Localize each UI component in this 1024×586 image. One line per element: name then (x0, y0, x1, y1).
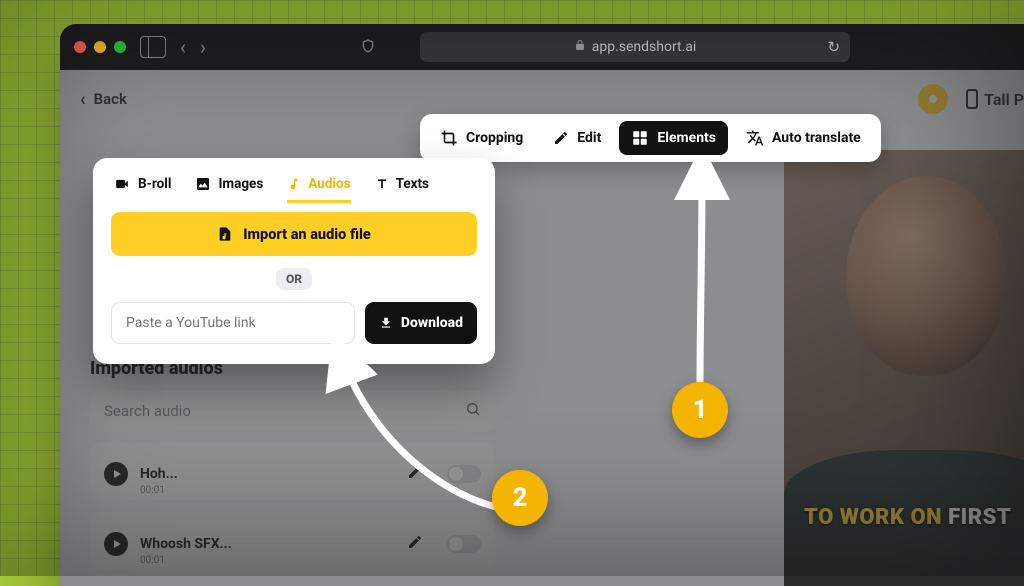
media-tabs: B-roll Images Audios (111, 172, 477, 212)
lock-icon (574, 39, 586, 55)
nav-forward-icon[interactable]: › (200, 37, 206, 57)
editor-toolbar: Cropping Edit Elements Auto translate (420, 114, 881, 162)
or-text: OR (276, 268, 312, 290)
youtube-row: Download (111, 302, 477, 344)
import-audio-button[interactable]: Import an audio file (111, 212, 477, 256)
file-audio-icon (217, 225, 233, 243)
minimize-window-icon[interactable] (94, 41, 106, 53)
maximize-window-icon[interactable] (114, 41, 126, 53)
browser-window: ‹ › app.sendshort.ai ↻ ‹ Back (60, 24, 1024, 586)
tab-texts-label: Texts (396, 176, 429, 192)
edit-button[interactable]: Edit (541, 122, 613, 154)
image-icon (195, 176, 211, 192)
youtube-link-input[interactable] (111, 302, 355, 344)
text-icon (375, 177, 389, 191)
elements-audio-panel: B-roll Images Audios (93, 158, 495, 364)
tab-broll-label: B-roll (138, 176, 171, 192)
cropping-label: Cropping (466, 130, 523, 146)
address-bar[interactable]: app.sendshort.ai ↻ (420, 32, 850, 62)
annotation-step-1: 1 (672, 382, 728, 438)
translate-label: Auto translate (772, 130, 861, 146)
reload-icon[interactable]: ↻ (827, 38, 840, 56)
tab-audios[interactable]: Audios (287, 176, 350, 203)
download-label: Download (401, 315, 463, 331)
tab-audios-label: Audios (308, 176, 350, 192)
video-camera-icon (113, 177, 131, 191)
music-note-icon (287, 176, 301, 192)
download-icon (379, 316, 393, 330)
window-controls[interactable] (74, 41, 126, 53)
annotation-step-2: 2 (492, 470, 548, 526)
auto-translate-button[interactable]: Auto translate (734, 121, 873, 155)
nav-back-icon[interactable]: ‹ (180, 37, 186, 57)
tab-images-label: Images (218, 176, 263, 192)
browser-titlebar: ‹ › app.sendshort.ai ↻ (60, 24, 1024, 70)
edit-label: Edit (577, 130, 601, 146)
step-1-number: 1 (693, 395, 708, 425)
privacy-shield-icon[interactable] (360, 38, 376, 56)
tab-broll[interactable]: B-roll (113, 176, 171, 200)
step-2-number: 2 (513, 483, 528, 513)
tab-images[interactable]: Images (195, 176, 263, 200)
crop-icon (440, 129, 458, 147)
tab-texts[interactable]: Texts (375, 176, 429, 200)
elements-label: Elements (657, 130, 716, 146)
sidebar-toggle-icon[interactable] (140, 36, 166, 58)
close-window-icon[interactable] (74, 41, 86, 53)
pencil-icon (553, 130, 569, 146)
elements-button[interactable]: Elements (619, 121, 728, 155)
download-button[interactable]: Download (365, 302, 477, 344)
app-viewport: ‹ Back Tall P Imported audios Search aud… (60, 70, 1024, 586)
import-label: Import an audio file (243, 226, 371, 243)
or-divider: OR (111, 268, 477, 290)
translate-icon (746, 129, 764, 147)
cropping-button[interactable]: Cropping (428, 121, 535, 155)
url-text: app.sendshort.ai (592, 39, 697, 55)
elements-icon (631, 129, 649, 147)
